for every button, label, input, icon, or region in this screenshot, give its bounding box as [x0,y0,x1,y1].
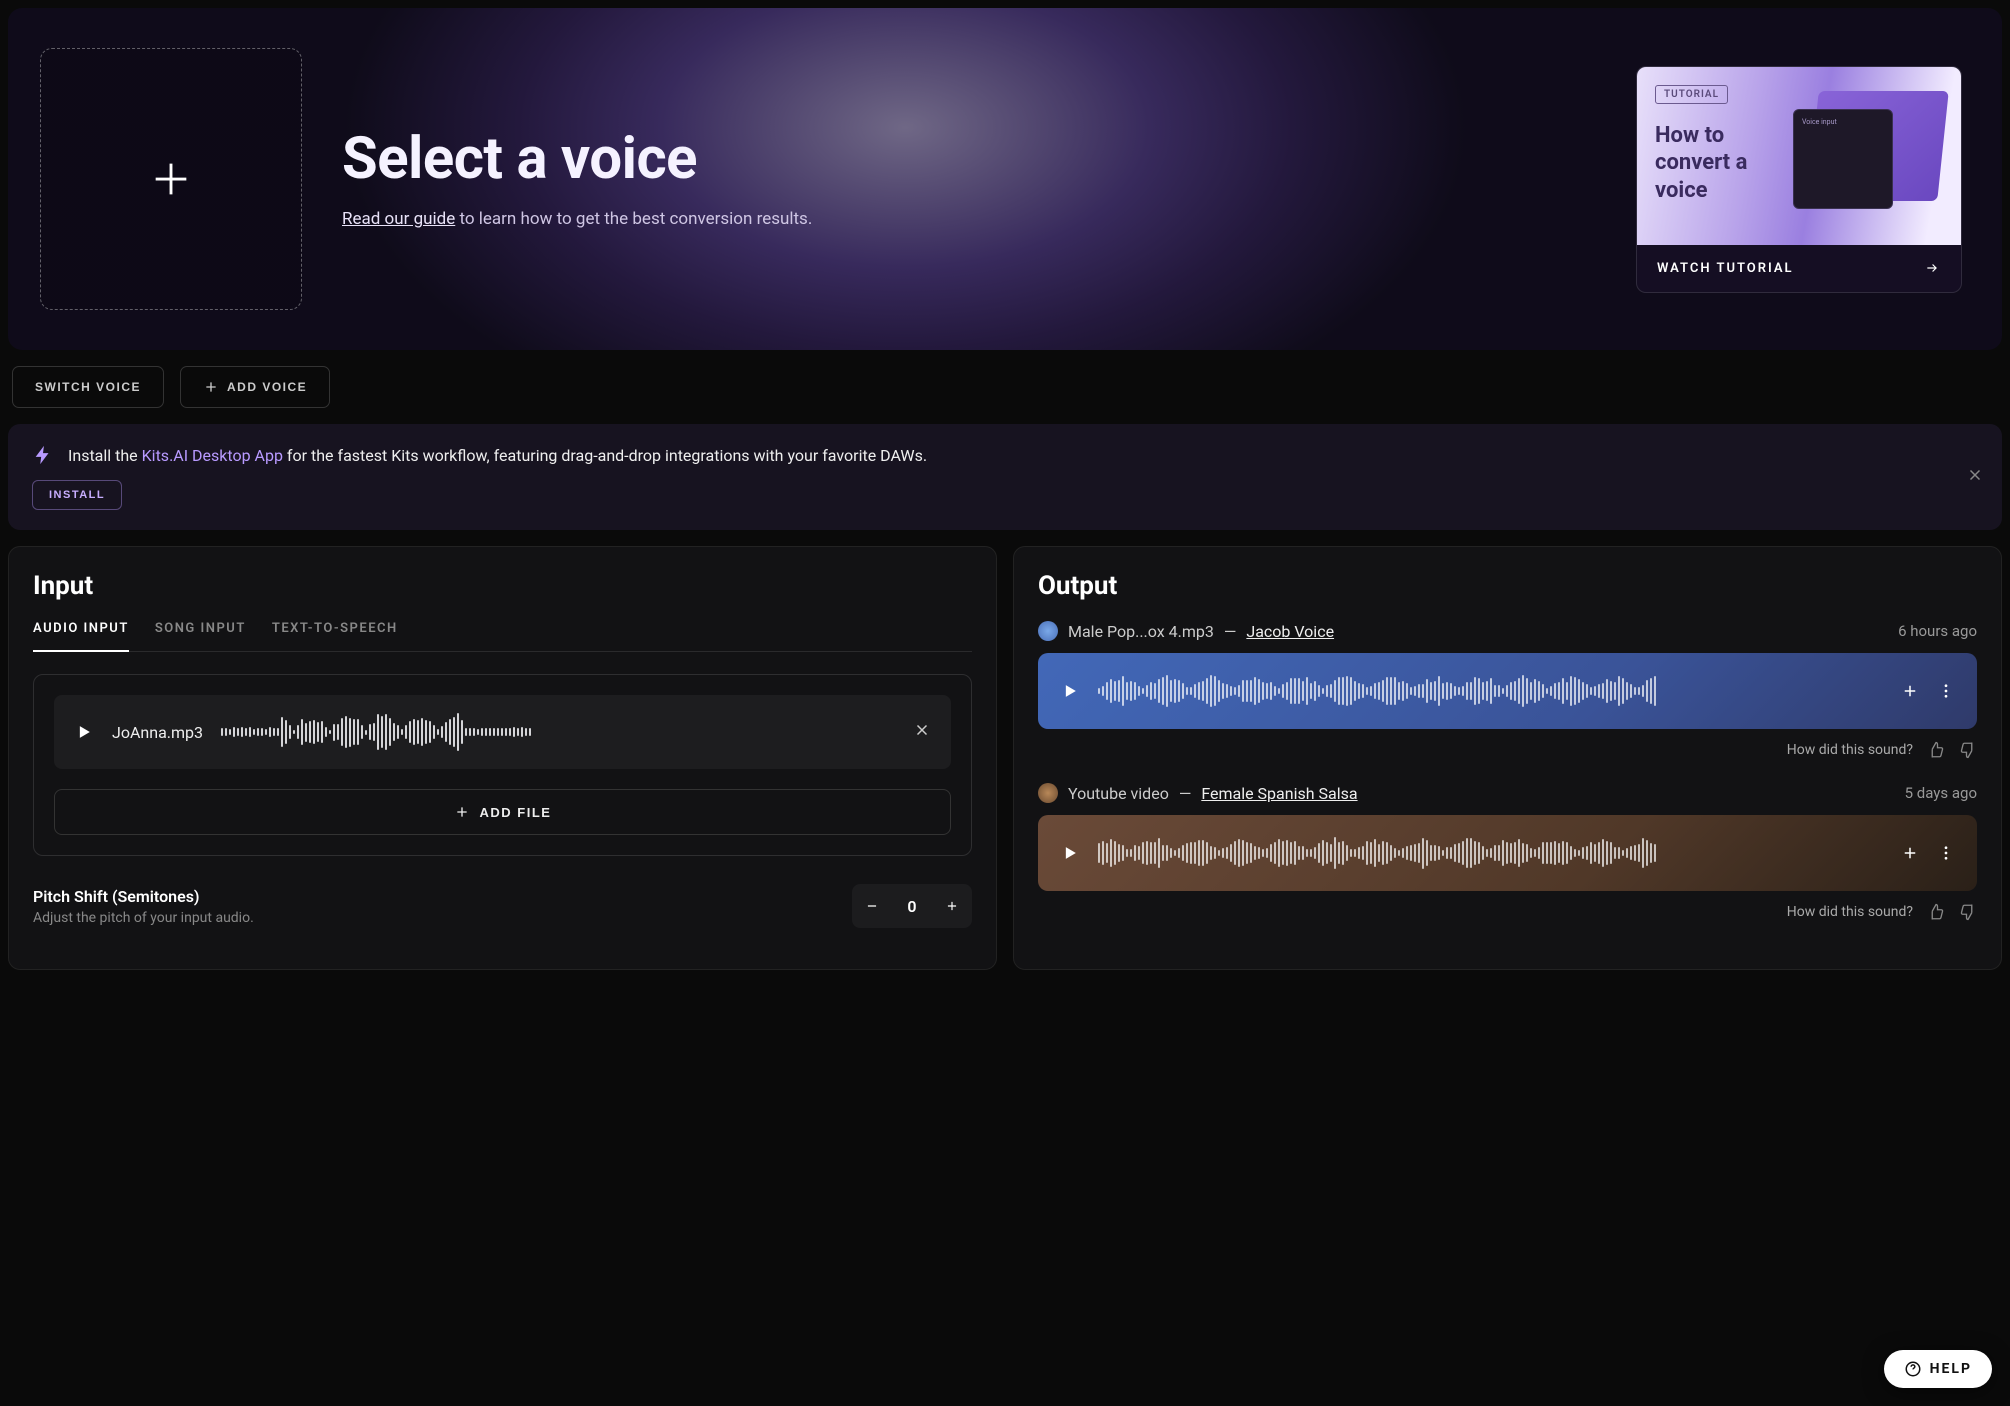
more-options-button[interactable] [1937,682,1955,700]
tab-text-to-speech[interactable]: TEXT-TO-SPEECH [272,621,398,651]
add-voice-button[interactable]: ADD VOICE [180,366,330,408]
switch-voice-button[interactable]: SWITCH VOICE [12,366,164,408]
thumbs-down-icon [1959,741,1977,759]
close-banner-button[interactable] [1966,466,1984,488]
install-button[interactable]: INSTALL [32,480,122,510]
output-waveform[interactable] [1098,833,1883,873]
input-tabs: AUDIO INPUT SONG INPUT TEXT-TO-SPEECH [33,621,972,652]
input-panel: Input AUDIO INPUT SONG INPUT TEXT-TO-SPE… [8,546,997,970]
play-button[interactable] [1060,681,1080,701]
hero-title: Select a voice [342,125,1596,193]
thumbs-up-button[interactable] [1927,903,1945,921]
play-button[interactable] [74,722,94,742]
output-timestamp: 6 hours ago [1898,622,1977,640]
tutorial-mock-graphic: Voice input [1793,91,1943,221]
feedback-question: How did this sound? [1787,742,1913,758]
output-player [1038,653,1977,729]
thumbs-up-icon [1927,903,1945,921]
input-filename: JoAnna.mp3 [112,723,203,742]
add-to-library-button[interactable] [1901,844,1919,862]
close-icon [1966,466,1984,484]
more-vertical-icon [1937,682,1955,700]
play-icon [74,722,94,742]
hero-banner: Select a voice Read our guide to learn h… [8,8,2002,350]
audio-file-row: JoAnna.mp3 [54,695,951,769]
arrow-right-icon [1923,261,1941,275]
voice-avatar [1038,783,1058,803]
tutorial-headline: How to convert a voice [1655,122,1795,205]
tutorial-card[interactable]: TUTORIAL How to convert a voice Voice in… [1636,66,1962,293]
bolt-icon [32,444,54,466]
desktop-app-banner: Install the Kits.AI Desktop App for the … [8,424,2002,530]
banner-text: Install the Kits.AI Desktop App for the … [68,446,927,465]
thumbs-down-button[interactable] [1959,903,1977,921]
plus-icon [203,379,219,395]
select-voice-slot[interactable] [40,48,302,310]
plus-icon [148,156,194,202]
thumbs-up-icon [1927,741,1945,759]
output-voice-link[interactable]: Female Spanish Salsa [1201,784,1357,803]
pitch-stepper: 0 [852,884,972,928]
thumbs-down-button[interactable] [1959,741,1977,759]
remove-file-button[interactable] [913,721,931,743]
plus-icon [1901,682,1919,700]
plus-icon [1901,844,1919,862]
output-source: Male Pop...ox 4.mp3 [1068,622,1214,641]
help-icon [1904,1360,1922,1378]
play-icon [1060,681,1080,701]
close-icon [913,721,931,739]
pitch-increment-button[interactable] [932,884,972,928]
output-source: Youtube video [1068,784,1169,803]
pitch-shift-setting: Pitch Shift (Semitones) Adjust the pitch… [33,884,972,928]
plus-icon [454,804,470,820]
output-item: Male Pop...ox 4.mp3 — Jacob Voice 6 hour… [1038,621,1977,759]
output-panel: Output Male Pop...ox 4.mp3 — Jacob Voice… [1013,546,2002,970]
output-waveform[interactable] [1098,671,1883,711]
output-voice-link[interactable]: Jacob Voice [1246,622,1334,641]
output-player [1038,815,1977,891]
tab-audio-input[interactable]: AUDIO INPUT [33,621,129,652]
read-guide-link[interactable]: Read our guide [342,209,455,229]
pitch-description: Adjust the pitch of your input audio. [33,910,254,926]
tutorial-badge: TUTORIAL [1655,85,1728,104]
voice-avatar [1038,621,1058,641]
app-name-link[interactable]: Kits.AI Desktop App [142,446,283,465]
file-drop-box: JoAnna.mp3 ADD FILE [33,674,972,856]
plus-icon [945,899,959,913]
minus-icon [865,899,879,913]
tab-song-input[interactable]: SONG INPUT [155,621,246,651]
input-title: Input [33,571,972,601]
pitch-label: Pitch Shift (Semitones) [33,887,254,906]
more-vertical-icon [1937,844,1955,862]
add-file-button[interactable]: ADD FILE [54,789,951,835]
play-button[interactable] [1060,843,1080,863]
help-button[interactable]: HELP [1884,1350,1992,1388]
watch-tutorial-button[interactable]: WATCH TUTORIAL [1637,245,1961,292]
thumbs-down-icon [1959,903,1977,921]
input-waveform[interactable] [221,711,895,753]
hero-subtitle: Read our guide to learn how to get the b… [342,207,862,233]
output-timestamp: 5 days ago [1905,784,1977,802]
thumbs-up-button[interactable] [1927,741,1945,759]
more-options-button[interactable] [1937,844,1955,862]
output-title: Output [1038,571,1977,601]
tutorial-thumbnail: TUTORIAL How to convert a voice Voice in… [1637,67,1961,245]
pitch-value: 0 [892,897,932,916]
pitch-decrement-button[interactable] [852,884,892,928]
add-to-library-button[interactable] [1901,682,1919,700]
feedback-question: How did this sound? [1787,904,1913,920]
play-icon [1060,843,1080,863]
output-item: Youtube video — Female Spanish Salsa 5 d… [1038,783,1977,921]
